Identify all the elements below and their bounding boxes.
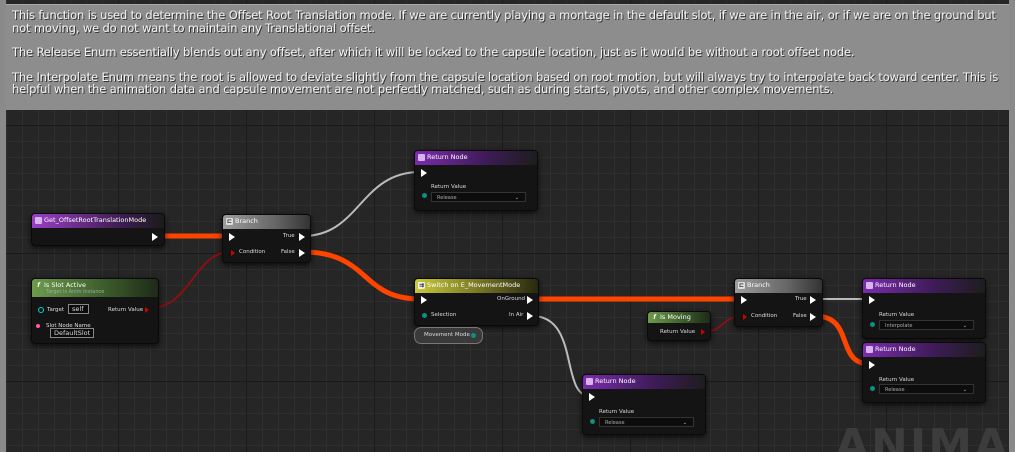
enum-pin[interactable] [590, 419, 595, 424]
return-bool-pin[interactable] [145, 307, 149, 313]
exec-in-pin[interactable] [741, 296, 747, 304]
node-title: Return Node [875, 281, 916, 289]
selection-pin[interactable] [422, 313, 427, 318]
enum-pin[interactable] [870, 322, 875, 327]
function-icon: f [37, 282, 40, 289]
exec-in-pin[interactable] [421, 169, 427, 177]
node-return-release-bottom[interactable]: Return Node Return Value Release ⌄ [582, 374, 706, 435]
variable-pin[interactable] [471, 333, 476, 338]
wire-exec-true-return [302, 171, 421, 237]
function-icon: f [653, 314, 656, 321]
chevron-down-icon: ⌄ [962, 323, 967, 329]
return-icon [418, 154, 425, 161]
chevron-down-icon: ⌄ [962, 387, 967, 393]
node-is-moving[interactable]: f Is Moving Return Value [647, 311, 711, 341]
slot-name-pin[interactable] [36, 324, 40, 328]
return-icon [866, 282, 873, 289]
condition-pin[interactable] [231, 250, 235, 256]
node-switch-movement-mode[interactable]: ⇉ Switch on E_MovementMode Selection OnG… [414, 278, 539, 326]
true-label: True [283, 233, 295, 239]
node-function-entry[interactable]: Get_OffsetRootTranslationMode [31, 213, 165, 246]
chevron-down-icon: ⌄ [682, 420, 687, 426]
node-subtitle: Target is Anim Instance [46, 289, 105, 295]
wire-exec-false-switch [302, 249, 421, 302]
exec-in-pin[interactable] [869, 361, 875, 369]
exec-in-pin[interactable] [869, 296, 875, 304]
enum-pin[interactable] [422, 193, 427, 198]
in-air-label: In Air [509, 312, 524, 318]
node-title: Switch on E_MovementMode [427, 281, 521, 289]
node-branch[interactable]: ⊏ Branch Condition True False [734, 278, 823, 327]
selection-label: Selection [431, 312, 457, 318]
node-is-slot-active[interactable]: f Is Slot Active Target is Anim Instance… [31, 278, 159, 344]
target-label: Target [47, 307, 65, 313]
node-title: Return Node [427, 153, 468, 161]
node-title: Return Node [595, 377, 636, 385]
return-value-dropdown[interactable]: Release ⌄ [599, 417, 694, 427]
branch-icon: ⊏ [738, 282, 745, 289]
return-value-dropdown[interactable]: Release ⌄ [431, 192, 526, 202]
return-icon [866, 346, 873, 353]
on-ground-label: OnGround [497, 296, 526, 302]
condition-label: Condition [751, 313, 778, 319]
node-title: Branch [747, 281, 770, 289]
on-ground-exec-pin[interactable] [527, 296, 533, 304]
node-movement-mode-variable[interactable]: Movement Mode [414, 327, 483, 344]
return-icon [586, 378, 593, 385]
true-label: True [795, 296, 807, 302]
return-value-dropdown[interactable]: Interpolate ⌄ [879, 320, 974, 330]
return-value-label: Return Value [660, 329, 696, 335]
node-title: Return Node [875, 345, 916, 353]
node-title: Is Moving [660, 313, 691, 321]
variable-label: Movement Mode [424, 332, 470, 338]
false-exec-pin[interactable] [299, 249, 305, 257]
return-value-label: Return Value [879, 312, 915, 318]
false-label: False [793, 313, 807, 319]
node-title: Get_OffsetRootTranslationMode [44, 216, 147, 224]
return-value-label: Return Value [599, 409, 635, 415]
return-value-label: Return Value [431, 184, 467, 190]
exec-in-pin[interactable] [421, 296, 427, 304]
target-pin[interactable] [38, 307, 44, 313]
node-return-interpolate[interactable]: Return Node Return Value Interpolate ⌄ [862, 278, 986, 339]
function-icon [35, 217, 42, 224]
wire-bool-slot-condition [149, 251, 231, 309]
return-value-label: Return Value [108, 307, 144, 313]
false-label: False [281, 249, 295, 255]
node-return-release-right[interactable]: Return Node Return Value Release ⌄ [862, 342, 986, 403]
branch-icon: ⊏ [226, 218, 233, 225]
return-bool-pin[interactable] [701, 329, 705, 335]
blueprint-graph-canvas[interactable]: ANIMA This function is used to determine… [0, 0, 1015, 452]
node-title: Is Slot Active [44, 281, 86, 289]
node-branch[interactable]: ⊏ Branch Condition True False [222, 214, 311, 263]
exec-out-pin[interactable] [152, 233, 158, 241]
enum-pin[interactable] [870, 386, 875, 391]
return-value-dropdown[interactable]: Release ⌄ [879, 384, 974, 394]
exec-in-pin[interactable] [589, 393, 595, 401]
true-exec-pin[interactable] [299, 233, 305, 241]
chevron-down-icon: ⌄ [514, 195, 519, 201]
slot-name-input[interactable]: DefaultSlot [50, 328, 94, 338]
true-exec-pin[interactable] [810, 296, 816, 304]
target-input[interactable]: self [68, 304, 89, 314]
return-value-label: Return Value [879, 377, 915, 383]
false-exec-pin[interactable] [810, 313, 816, 321]
in-air-exec-pin[interactable] [527, 312, 533, 320]
node-return-release-top[interactable]: Return Node Return Value Release ⌄ [414, 150, 538, 211]
exec-in-pin[interactable] [229, 233, 235, 241]
node-title: Branch [235, 217, 258, 225]
switch-icon: ⇉ [418, 282, 425, 289]
condition-label: Condition [239, 249, 266, 255]
condition-pin[interactable] [743, 314, 747, 320]
